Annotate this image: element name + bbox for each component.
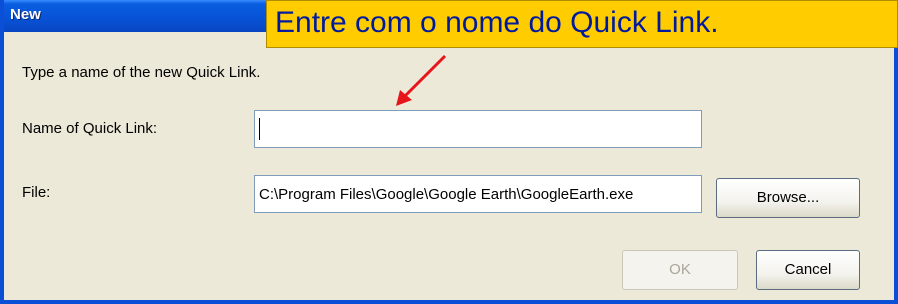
quick-link-name-input[interactable]	[254, 110, 702, 148]
file-label: File:	[22, 184, 51, 201]
text-caret	[259, 118, 260, 140]
annotation-callout: Entre com o nome do Quick Link.	[266, 0, 898, 48]
cancel-button[interactable]: Cancel	[756, 250, 860, 290]
red-arrow-icon	[396, 54, 447, 106]
name-label: Name of Quick Link:	[22, 120, 158, 137]
file-path-value: C:\Program Files\Google\Google Earth\Goo…	[259, 185, 634, 203]
instruction-text: Type a name of the new Quick Link.	[22, 64, 261, 81]
window-title: New	[10, 6, 41, 23]
file-path-input[interactable]: C:\Program Files\Google\Google Earth\Goo…	[254, 175, 702, 213]
browse-button[interactable]: Browse...	[716, 178, 860, 218]
ok-button[interactable]: OK	[622, 250, 738, 290]
